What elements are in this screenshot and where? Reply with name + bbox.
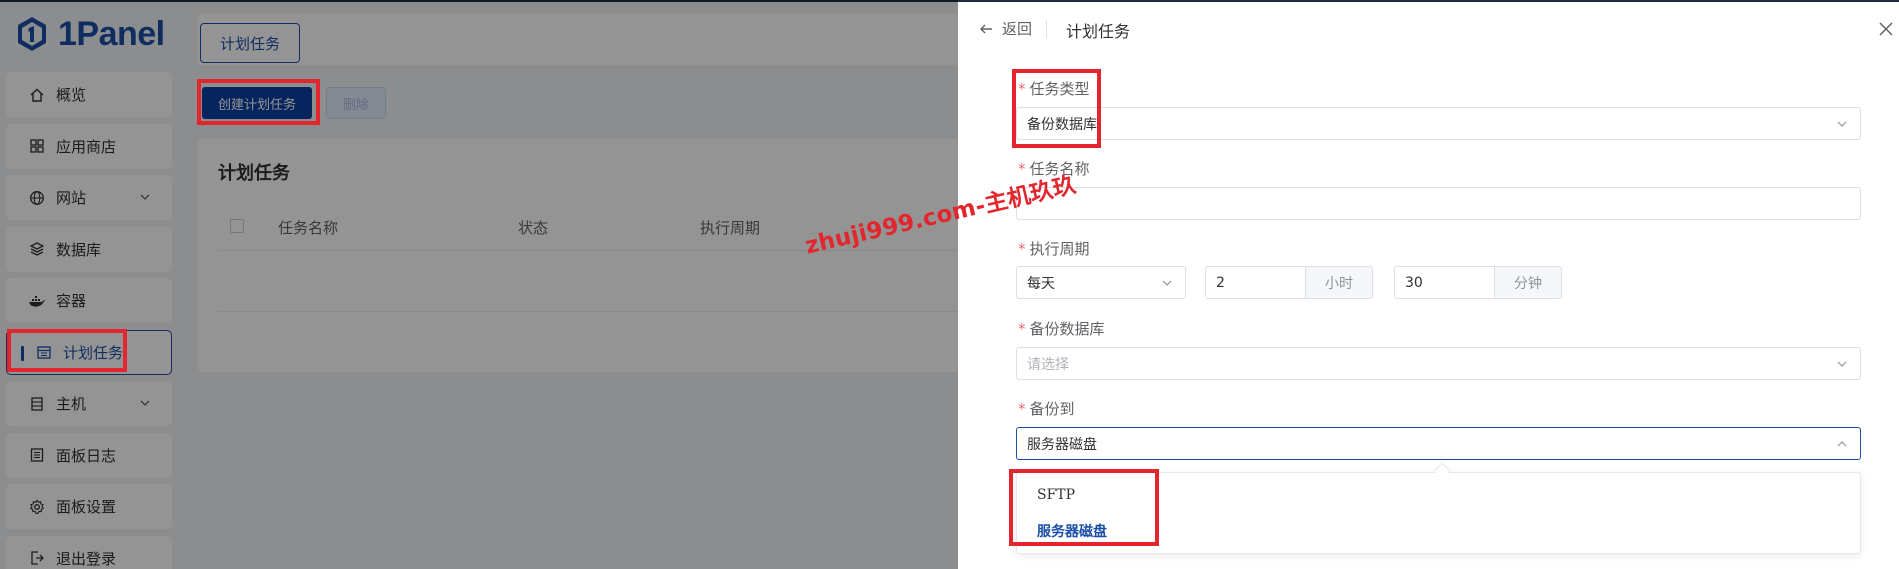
close-icon[interactable] <box>1877 20 1895 38</box>
hours-input[interactable]: 2 <box>1205 266 1305 299</box>
header-divider <box>1046 20 1047 38</box>
arrow-left-icon <box>980 24 992 33</box>
backup-to-dropdown: SFTP 服务器磁盘 <box>1016 472 1861 554</box>
task-name-input[interactable] <box>1016 187 1861 220</box>
backup-to-value: 服务器磁盘 <box>1027 436 1097 453</box>
minutes-unit: 分钟 <box>1494 266 1562 299</box>
chevron-down-icon <box>1162 280 1172 286</box>
back-label: 返回 <box>1002 20 1033 38</box>
back-button[interactable]: 返回 <box>978 18 1032 39</box>
modal-overlay[interactable] <box>0 0 958 569</box>
task-type-value: 备份数据库 <box>1027 116 1097 133</box>
task-type-label: * 任务类型 <box>1018 80 1090 98</box>
backup-to-label: * 备份到 <box>1018 400 1075 418</box>
option-server-disk[interactable]: 服务器磁盘 <box>1037 521 1107 541</box>
backup-db-select[interactable]: 请选择 <box>1016 347 1861 380</box>
cycle-period-value: 每天 <box>1027 275 1055 292</box>
cron-drawer: 返回 计划任务 * 任务类型 备份数据库 * 任务名称 * 执行周期 每天 2 小时 … <box>958 0 1899 569</box>
cycle-period-select[interactable]: 每天 <box>1016 266 1186 299</box>
option-sftp[interactable]: SFTP <box>1037 487 1075 503</box>
minutes-input-group: 30 分钟 <box>1394 266 1562 299</box>
drawer-title: 计划任务 <box>1066 22 1131 41</box>
cycle-label: * 执行周期 <box>1018 240 1090 258</box>
hours-unit: 小时 <box>1305 266 1373 299</box>
hours-input-group: 2 小时 <box>1205 266 1373 299</box>
chevron-down-icon <box>1837 361 1847 367</box>
chevron-down-icon <box>1837 121 1847 127</box>
backup-db-placeholder: 请选择 <box>1027 356 1069 373</box>
task-type-select[interactable]: 备份数据库 <box>1016 107 1861 140</box>
backup-db-label: * 备份数据库 <box>1018 320 1105 338</box>
drawer-top-edge <box>958 0 1899 2</box>
chevron-up-icon <box>1837 441 1847 447</box>
backup-to-select[interactable]: 服务器磁盘 <box>1016 427 1861 460</box>
minutes-input[interactable]: 30 <box>1394 266 1494 299</box>
